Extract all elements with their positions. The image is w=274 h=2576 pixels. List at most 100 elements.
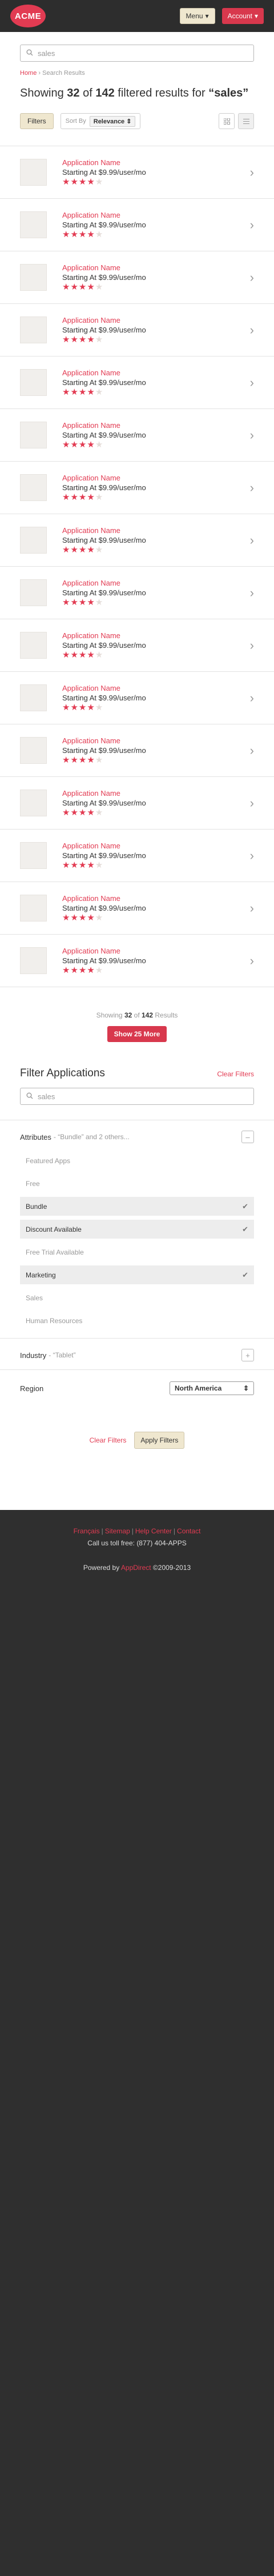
app-list-item[interactable]: Application Name Starting At $9.99/user/m…	[0, 935, 274, 987]
chevron-right-icon[interactable]: ›	[250, 848, 254, 863]
app-list-item[interactable]: Application Name Starting At $9.99/user/m…	[0, 619, 274, 672]
app-list-item[interactable]: Application Name Starting At $9.99/user/m…	[0, 199, 274, 251]
filters-button[interactable]: Filters	[20, 113, 54, 129]
chevron-right-icon[interactable]: ›	[250, 533, 254, 548]
chevron-right-icon[interactable]: ›	[250, 691, 254, 706]
app-name-link[interactable]: Application Name	[62, 211, 146, 219]
breadcrumb-home-link[interactable]: Home	[20, 70, 37, 77]
app-list-item[interactable]: Application Name Starting At $9.99/user/m…	[0, 567, 274, 619]
app-name-link[interactable]: Application Name	[62, 684, 146, 692]
app-list-item[interactable]: Application Name Starting At $9.99/user/m…	[0, 830, 274, 882]
star-icon: ★	[70, 544, 79, 555]
star-icon: ★	[70, 387, 79, 397]
app-list-item[interactable]: Application Name Starting At $9.99/user/m…	[0, 409, 274, 462]
app-name-link[interactable]: Application Name	[62, 736, 146, 745]
list-view-icon[interactable]	[238, 113, 254, 129]
grid-view-icon[interactable]	[219, 113, 235, 129]
app-list-item[interactable]: Application Name Starting At $9.99/user/m…	[0, 882, 274, 935]
star-icon: ★	[78, 597, 87, 607]
region-select[interactable]: North America ⇕	[170, 1381, 254, 1395]
filter-search-input[interactable]	[38, 1092, 248, 1101]
star-icon: ★	[87, 229, 95, 239]
app-name-link[interactable]: Application Name	[62, 316, 146, 324]
app-name-link[interactable]: Application Name	[62, 158, 146, 167]
app-name-link[interactable]: Application Name	[62, 526, 146, 535]
app-rating: ★★★★★	[62, 860, 146, 870]
app-name-link[interactable]: Application Name	[62, 631, 146, 640]
chevron-right-icon[interactable]: ›	[250, 218, 254, 233]
sort-by-control[interactable]: Sort By Relevance ⇕	[60, 113, 141, 129]
powered-brand-link[interactable]: AppDirect	[121, 1564, 151, 1572]
app-info: Application Name Starting At $9.99/user/m…	[62, 684, 146, 712]
app-list-item[interactable]: Application Name Starting At $9.99/user/m…	[0, 251, 274, 304]
app-name-link[interactable]: Application Name	[62, 421, 146, 430]
chevron-right-icon[interactable]: ›	[250, 638, 254, 653]
attribute-option[interactable]: Bundle ✔	[20, 1197, 254, 1216]
chevron-right-icon[interactable]: ›	[250, 954, 254, 968]
footer-link[interactable]: Contact	[177, 1527, 200, 1535]
star-icon: ★	[70, 439, 79, 450]
star-icon: ★	[62, 439, 71, 450]
app-name-link[interactable]: Application Name	[62, 894, 146, 903]
app-list-item[interactable]: Application Name Starting At $9.99/user/m…	[0, 514, 274, 567]
attribute-option[interactable]: Human Resources	[20, 1311, 254, 1330]
app-price: Starting At $9.99/user/mo	[62, 378, 146, 387]
star-icon: ★	[87, 965, 95, 975]
chevron-right-icon[interactable]: ›	[250, 586, 254, 600]
chevron-right-icon[interactable]: ›	[250, 743, 254, 758]
chevron-right-icon[interactable]: ›	[250, 270, 254, 285]
chevron-right-icon[interactable]: ›	[250, 901, 254, 916]
chevron-right-icon[interactable]: ›	[250, 480, 254, 495]
app-list-item[interactable]: Application Name Starting At $9.99/user/m…	[0, 462, 274, 514]
app-thumbnail	[20, 947, 47, 974]
pager-total: 142	[142, 1011, 154, 1019]
expand-icon[interactable]: +	[241, 1349, 254, 1361]
clear-filters-button[interactable]: Clear Filters	[90, 1436, 127, 1444]
attribute-option[interactable]: Marketing ✔	[20, 1265, 254, 1284]
attribute-option[interactable]: Discount Available ✔	[20, 1220, 254, 1239]
search-input[interactable]	[38, 49, 248, 58]
sort-by-value: Relevance	[93, 118, 125, 125]
star-icon: ★	[95, 439, 104, 450]
star-icon: ★	[78, 650, 87, 660]
attribute-option[interactable]: Free Trial Available	[20, 1243, 254, 1261]
footer-link[interactable]: Sitemap	[105, 1527, 130, 1535]
apply-filters-button[interactable]: Apply Filters	[134, 1432, 185, 1449]
collapse-icon[interactable]: –	[241, 1131, 254, 1143]
app-name-link[interactable]: Application Name	[62, 947, 146, 955]
industry-header[interactable]: Industry - “Tablet” +	[0, 1339, 274, 1369]
app-list-item[interactable]: Application Name Starting At $9.99/user/m…	[0, 724, 274, 777]
star-icon: ★	[70, 702, 79, 712]
app-name-link[interactable]: Application Name	[62, 579, 146, 587]
site-footer: Français | Sitemap | Help Center | Contact Cal…	[0, 1510, 274, 2576]
app-list-item[interactable]: Application Name Starting At $9.99/user/m…	[0, 304, 274, 356]
app-list-item[interactable]: Application Name Starting At $9.99/user/m…	[0, 777, 274, 830]
footer-link[interactable]: Help Center	[135, 1527, 172, 1535]
app-name-link[interactable]: Application Name	[62, 368, 146, 377]
results-total-count: 142	[95, 87, 115, 99]
star-icon: ★	[70, 492, 79, 502]
chevron-right-icon[interactable]: ›	[250, 428, 254, 443]
sort-by-select[interactable]: Relevance ⇕	[89, 115, 136, 127]
clear-filters-link[interactable]: Clear Filters	[217, 1070, 254, 1078]
app-list-item[interactable]: Application Name Starting At $9.99/user/m…	[0, 146, 274, 199]
acme-logo[interactable]: ACME	[10, 5, 46, 27]
account-button[interactable]: Account ▾	[221, 8, 264, 24]
attribute-option[interactable]: Sales	[20, 1288, 254, 1307]
chevron-right-icon[interactable]: ›	[250, 375, 254, 390]
app-name-link[interactable]: Application Name	[62, 789, 146, 798]
app-name-link[interactable]: Application Name	[62, 842, 146, 850]
chevron-right-icon[interactable]: ›	[250, 165, 254, 180]
app-list-item[interactable]: Application Name Starting At $9.99/user/m…	[0, 672, 274, 724]
menu-button[interactable]: Menu ▾	[179, 8, 215, 24]
chevron-right-icon[interactable]: ›	[250, 323, 254, 338]
app-list-item[interactable]: Application Name Starting At $9.99/user/m…	[0, 356, 274, 409]
app-name-link[interactable]: Application Name	[62, 474, 146, 482]
attribute-option[interactable]: Featured Apps	[20, 1151, 254, 1170]
chevron-right-icon[interactable]: ›	[250, 796, 254, 811]
attribute-option[interactable]: Free	[20, 1174, 254, 1193]
show-more-button[interactable]: Show 25 More	[107, 1026, 167, 1042]
footer-link[interactable]: Français	[74, 1527, 100, 1535]
attributes-header[interactable]: Attributes - “Bundle” and 2 others... –	[0, 1120, 274, 1151]
app-name-link[interactable]: Application Name	[62, 263, 146, 272]
